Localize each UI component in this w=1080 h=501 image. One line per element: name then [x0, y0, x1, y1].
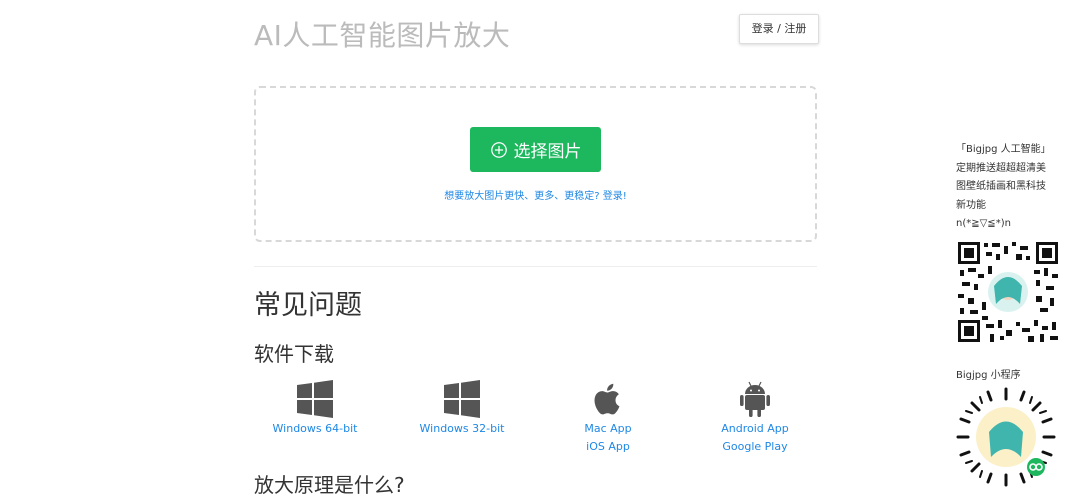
windows-32-link[interactable]: Windows 32-bit [402, 422, 522, 436]
google-play-link[interactable]: Google Play [695, 440, 815, 454]
upload-dropzone[interactable]: 选择图片 想要放大图片更快、更多、更稳定? 登录! [254, 86, 817, 242]
principle-heading: 放大原理是什么? [254, 473, 405, 497]
promo-line: 新功能 [956, 199, 986, 211]
download-windows-32: Windows 32-bit [402, 380, 522, 436]
windows-64-link[interactable]: Windows 64-bit [255, 422, 375, 436]
promo-line: n(*≧▽≦*)n [956, 218, 1011, 229]
android-app-link[interactable]: Android App [695, 422, 815, 436]
wechat-qr-code [956, 239, 1060, 344]
divider [254, 266, 817, 267]
faq-title: 常见问题 [254, 290, 362, 321]
windows-icon [297, 380, 333, 418]
sidebar-promo: 「Bigjpg 人工智能」 定期推送超超超清美 图壁纸插画和黑科技 新功能 n(… [956, 141, 1066, 491]
promo-line: 图壁纸插画和黑科技 [956, 181, 1046, 192]
promo-line: 定期推送超超超清美 [956, 162, 1046, 174]
download-android: Android App Google Play [695, 380, 815, 454]
login-register-button[interactable]: 登录 / 注册 [739, 14, 819, 44]
ios-app-link[interactable]: iOS App [548, 440, 668, 454]
android-icon [740, 381, 770, 417]
download-windows-64: Windows 64-bit [255, 380, 375, 436]
select-image-button[interactable]: 选择图片 [470, 127, 601, 172]
plus-circle-icon [490, 141, 507, 158]
promo-line: 「Bigjpg 人工智能」 [956, 144, 1051, 155]
mac-app-link[interactable]: Mac App [548, 422, 668, 436]
page-title: AI人工智能图片放大 [254, 19, 511, 52]
login-hint-link[interactable]: 想要放大图片更快、更多、更稳定? 登录! [256, 187, 815, 202]
mini-program-label: Bigjpg 小程序 [956, 369, 1021, 381]
select-image-label: 选择图片 [513, 142, 582, 162]
download-apple: Mac App iOS App [548, 380, 668, 454]
mini-program-code [956, 387, 1056, 486]
download-section-title: 软件下载 [254, 342, 334, 366]
windows-icon [444, 380, 480, 418]
apple-icon [594, 383, 620, 415]
